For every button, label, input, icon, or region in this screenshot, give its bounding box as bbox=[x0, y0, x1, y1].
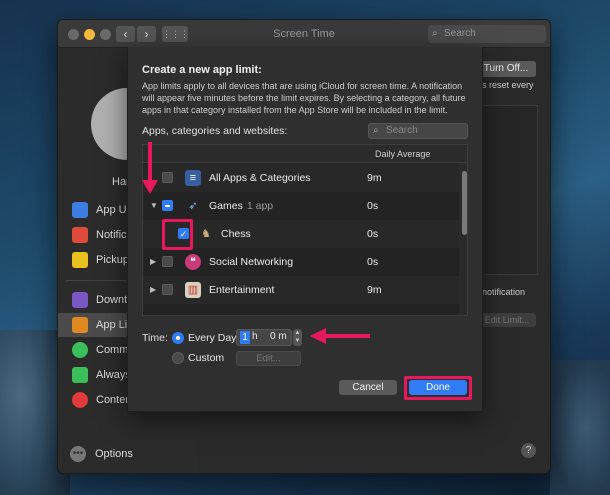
annotation-arrow-head bbox=[310, 328, 326, 344]
custom-radio[interactable] bbox=[172, 352, 184, 364]
notification-text: notification bbox=[482, 287, 526, 297]
hours-value[interactable]: 1 bbox=[240, 331, 250, 344]
search-placeholder: Search bbox=[444, 28, 476, 39]
custom-label[interactable]: Custom bbox=[188, 352, 224, 364]
row-name: Games 1 app bbox=[209, 200, 273, 212]
notifications-icon bbox=[72, 227, 88, 243]
every-day-label[interactable]: Every Day bbox=[188, 332, 236, 344]
edit-limit-button[interactable]: Edit Limit... bbox=[478, 313, 536, 327]
chat-bubble-icon: ❝ bbox=[185, 254, 201, 270]
list-label: Apps, categories and websites: bbox=[142, 125, 288, 137]
sidebar-item-label: Notific bbox=[96, 229, 127, 241]
apps-search-field[interactable]: ⌕ Search bbox=[368, 123, 468, 139]
row-name: Entertainment bbox=[209, 284, 275, 296]
cancel-button[interactable]: Cancel bbox=[339, 380, 397, 395]
sidebar-item-label: App Li bbox=[96, 319, 128, 331]
annotation-arrow-head bbox=[142, 180, 158, 194]
table-row[interactable]: ▶ ❝ Social Networking 0s bbox=[143, 248, 459, 276]
row-checkbox[interactable] bbox=[162, 256, 173, 267]
annotation-highlight-done bbox=[404, 376, 472, 400]
table-row[interactable]: ▶ ▥ Entertainment 9m bbox=[143, 276, 459, 304]
disclosure-triangle-icon[interactable]: ▶ bbox=[150, 285, 156, 294]
row-time: 0s bbox=[367, 228, 379, 240]
disclosure-triangle-icon[interactable]: ▼ bbox=[150, 201, 158, 210]
sheet-description: App limits apply to all devices that are… bbox=[142, 81, 466, 115]
row-time: 9m bbox=[367, 284, 382, 296]
sidebar-item-label: Pickup bbox=[96, 254, 130, 266]
options-icon: ••• bbox=[70, 446, 86, 462]
row-name: Social Networking bbox=[209, 256, 294, 268]
daily-average-header[interactable]: Daily Average bbox=[375, 149, 430, 159]
annotation-arrow-down bbox=[148, 142, 152, 182]
window-search-field[interactable]: ⌕ Search bbox=[428, 25, 546, 43]
sidebar-item-label: Downti bbox=[96, 294, 130, 306]
limits-list-panel bbox=[480, 105, 538, 275]
row-name: Chess bbox=[221, 228, 251, 240]
app-usage-icon bbox=[72, 202, 88, 218]
sheet-title: Create a new app limit: bbox=[142, 64, 262, 76]
disclosure-triangle-icon[interactable]: ▶ bbox=[150, 257, 156, 266]
table-header: Daily Average bbox=[143, 145, 467, 163]
hours-unit: h bbox=[252, 331, 258, 342]
rocket-icon: ➶ bbox=[188, 200, 198, 212]
row-time: 0s bbox=[367, 200, 379, 212]
edit-custom-button[interactable]: Edit... bbox=[236, 351, 301, 366]
title-bar: ‹ › ⋮⋮⋮ Screen Time ⌕ Search bbox=[58, 20, 550, 48]
chess-icon: ♞ bbox=[201, 228, 211, 240]
popcorn-icon: ▥ bbox=[185, 282, 201, 298]
scrollbar-thumb[interactable] bbox=[462, 171, 467, 235]
search-placeholder: Search bbox=[386, 125, 418, 136]
communication-icon bbox=[72, 342, 88, 358]
sidebar-item-label: Comm bbox=[96, 344, 129, 356]
help-button[interactable]: ? bbox=[521, 443, 536, 458]
pickups-icon bbox=[72, 252, 88, 268]
row-subtitle: 1 app bbox=[246, 200, 274, 212]
app-limits-icon bbox=[72, 317, 88, 333]
annotation-arrow-left bbox=[326, 334, 370, 338]
sidebar-item-label: Conter bbox=[96, 394, 130, 406]
row-time: 9m bbox=[367, 172, 382, 184]
reset-text: s reset every bbox=[482, 80, 534, 90]
stack-icon: ≡ bbox=[185, 170, 201, 186]
downtime-icon bbox=[72, 292, 88, 308]
time-limit-field[interactable]: 1 h 0 m bbox=[236, 329, 292, 346]
time-label: Time: bbox=[142, 332, 168, 344]
options-button[interactable]: ••• Options bbox=[70, 446, 133, 462]
row-checkbox[interactable] bbox=[162, 284, 173, 295]
turn-off-button[interactable]: Turn Off... bbox=[476, 61, 536, 77]
wallpaper-rock bbox=[550, 360, 610, 495]
annotation-highlight-checkbox bbox=[162, 219, 193, 250]
always-allowed-icon bbox=[72, 367, 88, 383]
table-scrollbar[interactable] bbox=[459, 163, 467, 315]
options-label: Options bbox=[95, 447, 133, 460]
sidebar-item-label: Always bbox=[96, 369, 131, 381]
row-name-text: Games bbox=[209, 200, 243, 212]
content-privacy-icon bbox=[72, 392, 88, 408]
every-day-radio[interactable] bbox=[172, 332, 184, 344]
row-checkbox[interactable] bbox=[162, 172, 173, 183]
row-checkbox[interactable] bbox=[162, 200, 173, 211]
table-row[interactable]: ▼ ➶ Games 1 app 0s bbox=[143, 192, 459, 220]
search-icon: ⌕ bbox=[373, 125, 379, 136]
table-row[interactable]: ≡ All Apps & Categories 9m bbox=[143, 164, 459, 192]
time-stepper[interactable]: ▲ ▼ bbox=[293, 329, 302, 346]
search-icon: ⌕ bbox=[432, 28, 438, 39]
row-time: 0s bbox=[367, 256, 379, 268]
row-name: All Apps & Categories bbox=[209, 172, 311, 184]
minutes-value[interactable]: 0 m bbox=[270, 331, 287, 342]
